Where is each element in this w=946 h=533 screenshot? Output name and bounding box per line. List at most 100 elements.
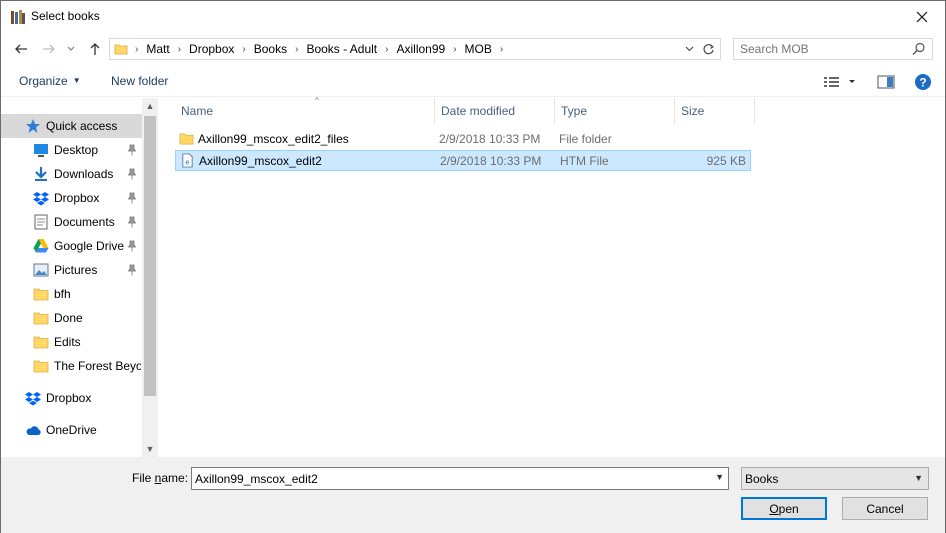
sidebar-item-bfh[interactable]: bfh (1, 282, 141, 306)
chevron-right-icon[interactable]: › (132, 44, 141, 55)
books-icon (11, 10, 25, 24)
back-button[interactable] (11, 39, 31, 59)
sidebar-item-label: Pictures (54, 263, 98, 277)
new-folder-button[interactable]: New folder (111, 74, 168, 88)
pin-icon (127, 240, 137, 252)
column-header-name[interactable]: ^ Name (175, 96, 435, 124)
sidebar-item-edits[interactable]: Edits (1, 330, 141, 354)
sidebar-item-label: Google Drive (54, 239, 125, 253)
forward-button[interactable] (39, 39, 59, 59)
search-input[interactable] (734, 39, 909, 59)
pin-icon (127, 168, 137, 180)
onedrive-icon (25, 422, 41, 438)
sidebar-item-label: Done (54, 311, 83, 325)
pin-icon (127, 144, 137, 156)
refresh-button[interactable] (700, 41, 716, 57)
folder-icon (179, 129, 194, 148)
breadcrumb-item[interactable]: MOB (460, 42, 497, 56)
chevron-right-icon[interactable]: › (497, 44, 506, 55)
help-icon: ? (915, 74, 931, 90)
address-dropdown-button[interactable] (682, 41, 696, 57)
sidebar-item-dropbox[interactable]: Dropbox (1, 386, 141, 410)
help-button[interactable]: ? (914, 73, 932, 94)
sidebar-item-google-drive[interactable]: Google Drive (1, 234, 141, 258)
sidebar-item-documents[interactable]: Documents (1, 210, 141, 234)
sidebar-item-label: Desktop (54, 143, 99, 157)
open-button[interactable]: Open (741, 497, 827, 520)
breadcrumb-item[interactable]: Matt (141, 42, 174, 56)
pictures-icon (33, 262, 49, 278)
preview-pane-icon (877, 75, 895, 89)
sidebar-item-downloads[interactable]: Downloads (1, 162, 141, 186)
folder-icon (33, 310, 49, 326)
filetype-select[interactable]: Books ▼ (741, 467, 929, 490)
sidebar-item-dropbox[interactable]: Dropbox (1, 186, 141, 210)
folder-icon (33, 334, 49, 350)
chevron-right-icon[interactable]: › (292, 44, 301, 55)
dialog-footer: File name: ▼ Books ▼ Open Cancel (1, 457, 945, 533)
sidebar-item-onedrive[interactable]: OneDrive (1, 418, 141, 442)
chevron-down-icon[interactable]: ▼ (715, 472, 724, 482)
star-icon (25, 118, 41, 134)
search-box[interactable] (733, 38, 933, 60)
file-row[interactable]: e Axillon99_mscox_edit2 2/9/2018 10:33 PM H… (175, 150, 751, 171)
view-options-button[interactable] (823, 75, 855, 92)
sidebar-item-label: Edits (54, 335, 81, 349)
organize-label: Organize (19, 74, 68, 88)
sidebar-item-done[interactable]: Done (1, 306, 141, 330)
chevron-right-icon[interactable]: › (450, 44, 459, 55)
file-name: Axillon99_mscox_edit2 (199, 153, 322, 168)
chevron-right-icon[interactable]: › (382, 44, 391, 55)
arrow-right-icon (43, 44, 55, 54)
sidebar-item-label: Dropbox (54, 191, 100, 205)
filename-label: File name: (132, 471, 188, 485)
cancel-button[interactable]: Cancel (842, 497, 928, 520)
column-header-date[interactable]: Date modified (435, 98, 555, 124)
address-bar[interactable]: › Matt › Dropbox › Books › Books - Adult › Axillo… (109, 38, 721, 60)
chevron-down-icon: ▼ (72, 76, 81, 85)
column-header-size[interactable]: Size (675, 98, 755, 124)
title-bar: Select books (1, 1, 945, 32)
nav-scrollbar[interactable]: ▲ ▼ (142, 98, 158, 457)
organize-button[interactable]: Organize ▼ (19, 74, 81, 88)
file-list: ^ Name Date modified Type Size Axillon99… (159, 96, 945, 457)
filename-combobox[interactable]: ▼ (191, 467, 729, 490)
filename-input[interactable] (192, 468, 702, 489)
arrow-left-icon (15, 44, 27, 54)
column-header-label: Name (181, 104, 214, 118)
chevron-down-icon: ▼ (914, 473, 923, 483)
close-icon (916, 11, 928, 22)
recent-locations-button[interactable] (64, 39, 78, 59)
folder-icon (33, 286, 49, 302)
file-date: 2/9/2018 10:33 PM (439, 131, 541, 146)
sidebar-item-label: bfh (54, 287, 71, 301)
file-type: File folder (559, 131, 612, 146)
arrow-up-icon (90, 43, 100, 55)
documents-icon (33, 214, 49, 230)
up-button[interactable] (85, 39, 105, 59)
sidebar-item-pictures[interactable]: Pictures (1, 258, 141, 282)
sidebar-item-desktop[interactable]: Desktop (1, 138, 141, 162)
chevron-right-icon[interactable]: › (175, 44, 184, 55)
breadcrumb-item[interactable]: Dropbox (184, 42, 239, 56)
sidebar-item-quick-access[interactable]: Quick access (1, 114, 142, 138)
filename-label-part: ame: (161, 471, 189, 485)
sidebar-item-the-forest-beyond[interactable]: The Forest Beyond (1, 354, 141, 378)
breadcrumb-item[interactable]: Axillon99 (392, 42, 451, 56)
scrollbar-thumb[interactable] (144, 116, 156, 396)
file-row[interactable]: Axillon99_mscox_edit2_files 2/9/2018 10:3… (175, 129, 751, 150)
chevron-down-icon (685, 46, 693, 52)
breadcrumb-item[interactable]: Books - Adult (301, 42, 382, 56)
preview-pane-button[interactable] (877, 75, 895, 92)
new-folder-label: New folder (111, 74, 169, 88)
column-header-type[interactable]: Type (555, 98, 675, 124)
google-drive-icon (33, 238, 49, 254)
sidebar-item-label: Documents (54, 215, 115, 229)
chevron-right-icon[interactable]: › (239, 44, 248, 55)
scroll-down-button[interactable]: ▼ (142, 441, 158, 457)
address-row: › Matt › Dropbox › Books › Books - Adult › Axillo… (1, 34, 945, 64)
scroll-up-button[interactable]: ▲ (142, 98, 158, 114)
breadcrumb-item[interactable]: Books (249, 42, 292, 56)
dropbox-icon (25, 390, 41, 406)
close-button[interactable] (899, 1, 945, 32)
